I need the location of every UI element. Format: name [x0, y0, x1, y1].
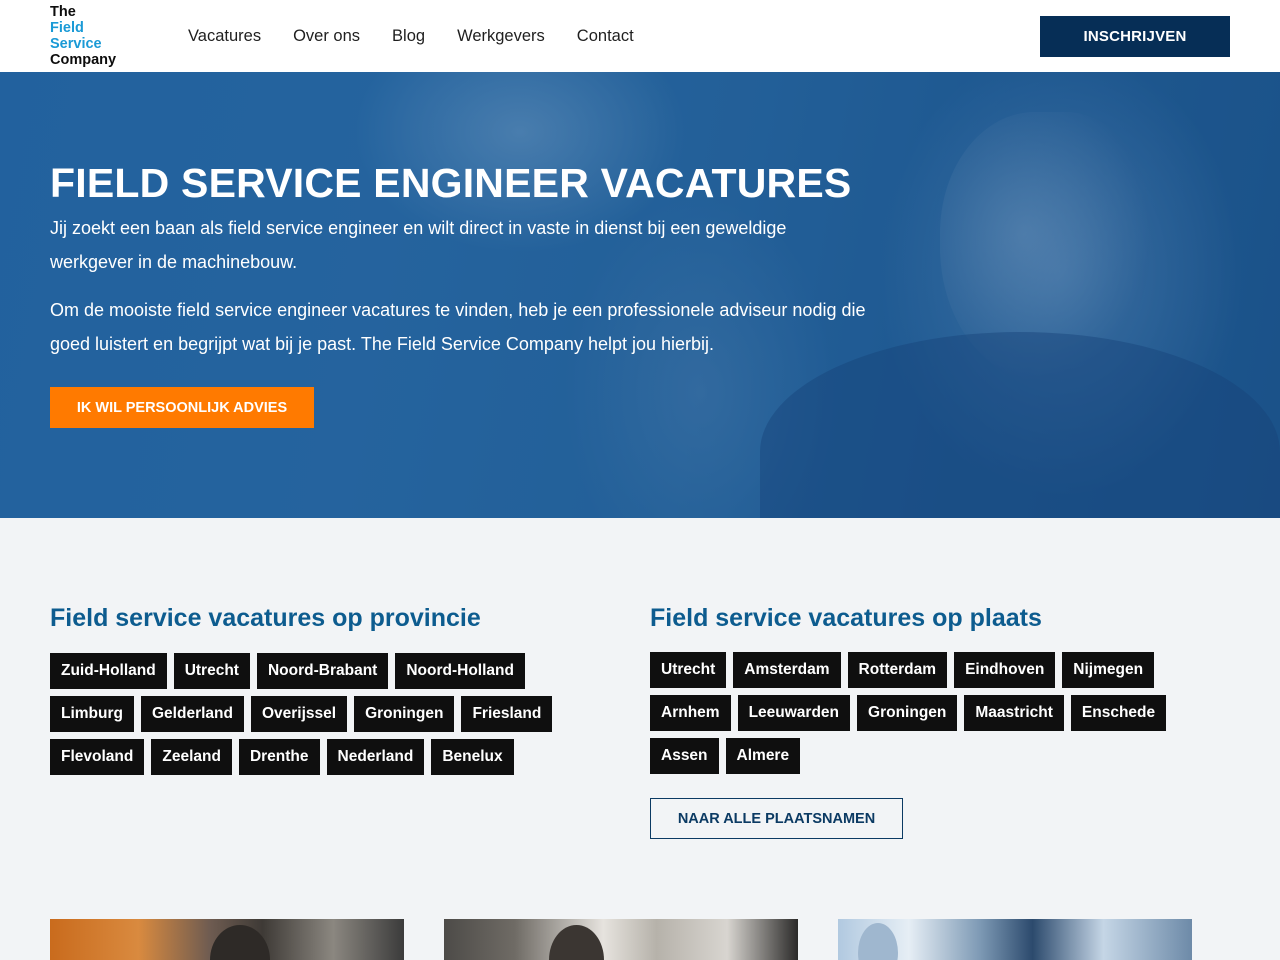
hero-paragraph-2: Om de mooiste field service engineer vac… [50, 300, 866, 354]
plaats-tag[interactable]: Almere [725, 738, 801, 774]
provincie-tag[interactable]: Benelux [431, 739, 514, 775]
logo-line-4: Company [50, 52, 117, 68]
advice-button[interactable]: IK WIL PERSOONLIJK ADVIES [50, 387, 314, 428]
provincie-tag[interactable]: Limburg [50, 696, 134, 732]
vacancy-card-image[interactable] [838, 919, 1192, 960]
plaats-tag-list: Utrecht Amsterdam Rotterdam Eindhoven Ni… [650, 652, 1190, 774]
provincie-tag[interactable]: Groningen [354, 696, 455, 732]
provincie-tag[interactable]: Zuid-Holland [50, 653, 167, 689]
plaats-tag[interactable]: Enschede [1070, 695, 1167, 731]
plaats-tag[interactable]: Arnhem [650, 695, 731, 731]
provincie-tag[interactable]: Friesland [461, 696, 553, 732]
provincie-tag-list: Zuid-Holland Utrecht Noord-Brabant Noord… [50, 653, 580, 775]
nav-item-contact[interactable]: Contact [577, 27, 634, 46]
plaats-tag[interactable]: Groningen [857, 695, 958, 731]
plaats-tag[interactable]: Amsterdam [733, 652, 841, 688]
plaats-tag[interactable]: Maastricht [964, 695, 1064, 731]
provincie-tag[interactable]: Noord-Brabant [256, 653, 389, 689]
plaats-tag[interactable]: Assen [650, 738, 719, 774]
vacancy-card-image[interactable] [444, 919, 798, 960]
nav-item-blog[interactable]: Blog [392, 27, 425, 46]
nav-item-vacatures[interactable]: Vacatures [188, 27, 261, 46]
provincie-tag[interactable]: Drenthe [238, 739, 320, 775]
main-nav: Vacatures Over ons Blog Werkgevers Conta… [188, 0, 634, 72]
hero-section: FIELD SERVICE ENGINEER VACATURES Jij zoe… [0, 72, 1280, 518]
provincie-tag[interactable]: Gelderland [141, 696, 244, 732]
logo-line-1: The [50, 4, 76, 20]
logo-line-2: Field [50, 20, 84, 36]
logo-line-3: Service [50, 36, 102, 52]
provincie-title: Field service vacatures op provincie [50, 604, 481, 632]
vacancy-card-image[interactable] [50, 919, 404, 960]
hero-title: FIELD SERVICE ENGINEER VACATURES [50, 160, 852, 206]
plaats-tag[interactable]: Leeuwarden [737, 695, 851, 731]
plaats-tag[interactable]: Utrecht [650, 652, 727, 688]
provincie-tag[interactable]: Utrecht [173, 653, 250, 689]
plaats-tag[interactable]: Rotterdam [847, 652, 948, 688]
provincie-tag[interactable]: Zeeland [151, 739, 232, 775]
provincie-tag[interactable]: Noord-Holland [395, 653, 525, 689]
plaats-tag[interactable]: Nijmegen [1062, 652, 1155, 688]
plaats-title: Field service vacatures op plaats [650, 604, 1042, 632]
nav-item-over-ons[interactable]: Over ons [293, 27, 360, 46]
signup-button[interactable]: INSCHRIJVEN [1040, 16, 1230, 57]
all-places-button[interactable]: NAAR ALLE PLAATSNAMEN [650, 798, 903, 839]
logo[interactable]: The Field Service Company [50, 4, 116, 68]
provincie-tag[interactable]: Nederland [326, 739, 425, 775]
site-header: The Field Service Company Vacatures Over… [0, 0, 1280, 72]
plaats-tag[interactable]: Eindhoven [954, 652, 1056, 688]
provincie-tag[interactable]: Flevoland [50, 739, 145, 775]
nav-item-werkgevers[interactable]: Werkgevers [457, 27, 545, 46]
hero-paragraph-1: Jij zoekt een baan als field service eng… [50, 218, 787, 272]
provincie-tag[interactable]: Overijssel [250, 696, 348, 732]
